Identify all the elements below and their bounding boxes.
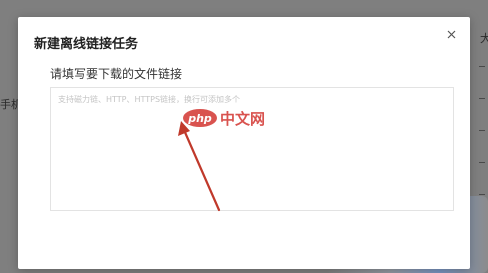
dialog-title: 新建离线链接任务 bbox=[34, 37, 139, 52]
php-logo: php bbox=[183, 109, 217, 127]
download-link-textarea[interactable] bbox=[50, 87, 454, 211]
watermark: php 中文网 bbox=[182, 108, 265, 128]
background-dash bbox=[479, 162, 485, 163]
background-dash bbox=[479, 130, 485, 131]
background-dash bbox=[479, 66, 485, 67]
link-field-label: 请填写要下载的文件链接 bbox=[50, 67, 183, 81]
background-right-title: 大 bbox=[480, 32, 488, 45]
background-dash bbox=[479, 194, 485, 195]
svg-text:php: php bbox=[187, 112, 212, 125]
background-dash bbox=[479, 98, 485, 99]
new-offline-link-task-dialog: 新建离线链接任务 请填写要下载的文件链接 bbox=[18, 17, 470, 269]
watermark-text: 中文网 bbox=[220, 109, 266, 128]
close-icon[interactable] bbox=[447, 30, 456, 39]
close-button[interactable] bbox=[444, 27, 458, 41]
